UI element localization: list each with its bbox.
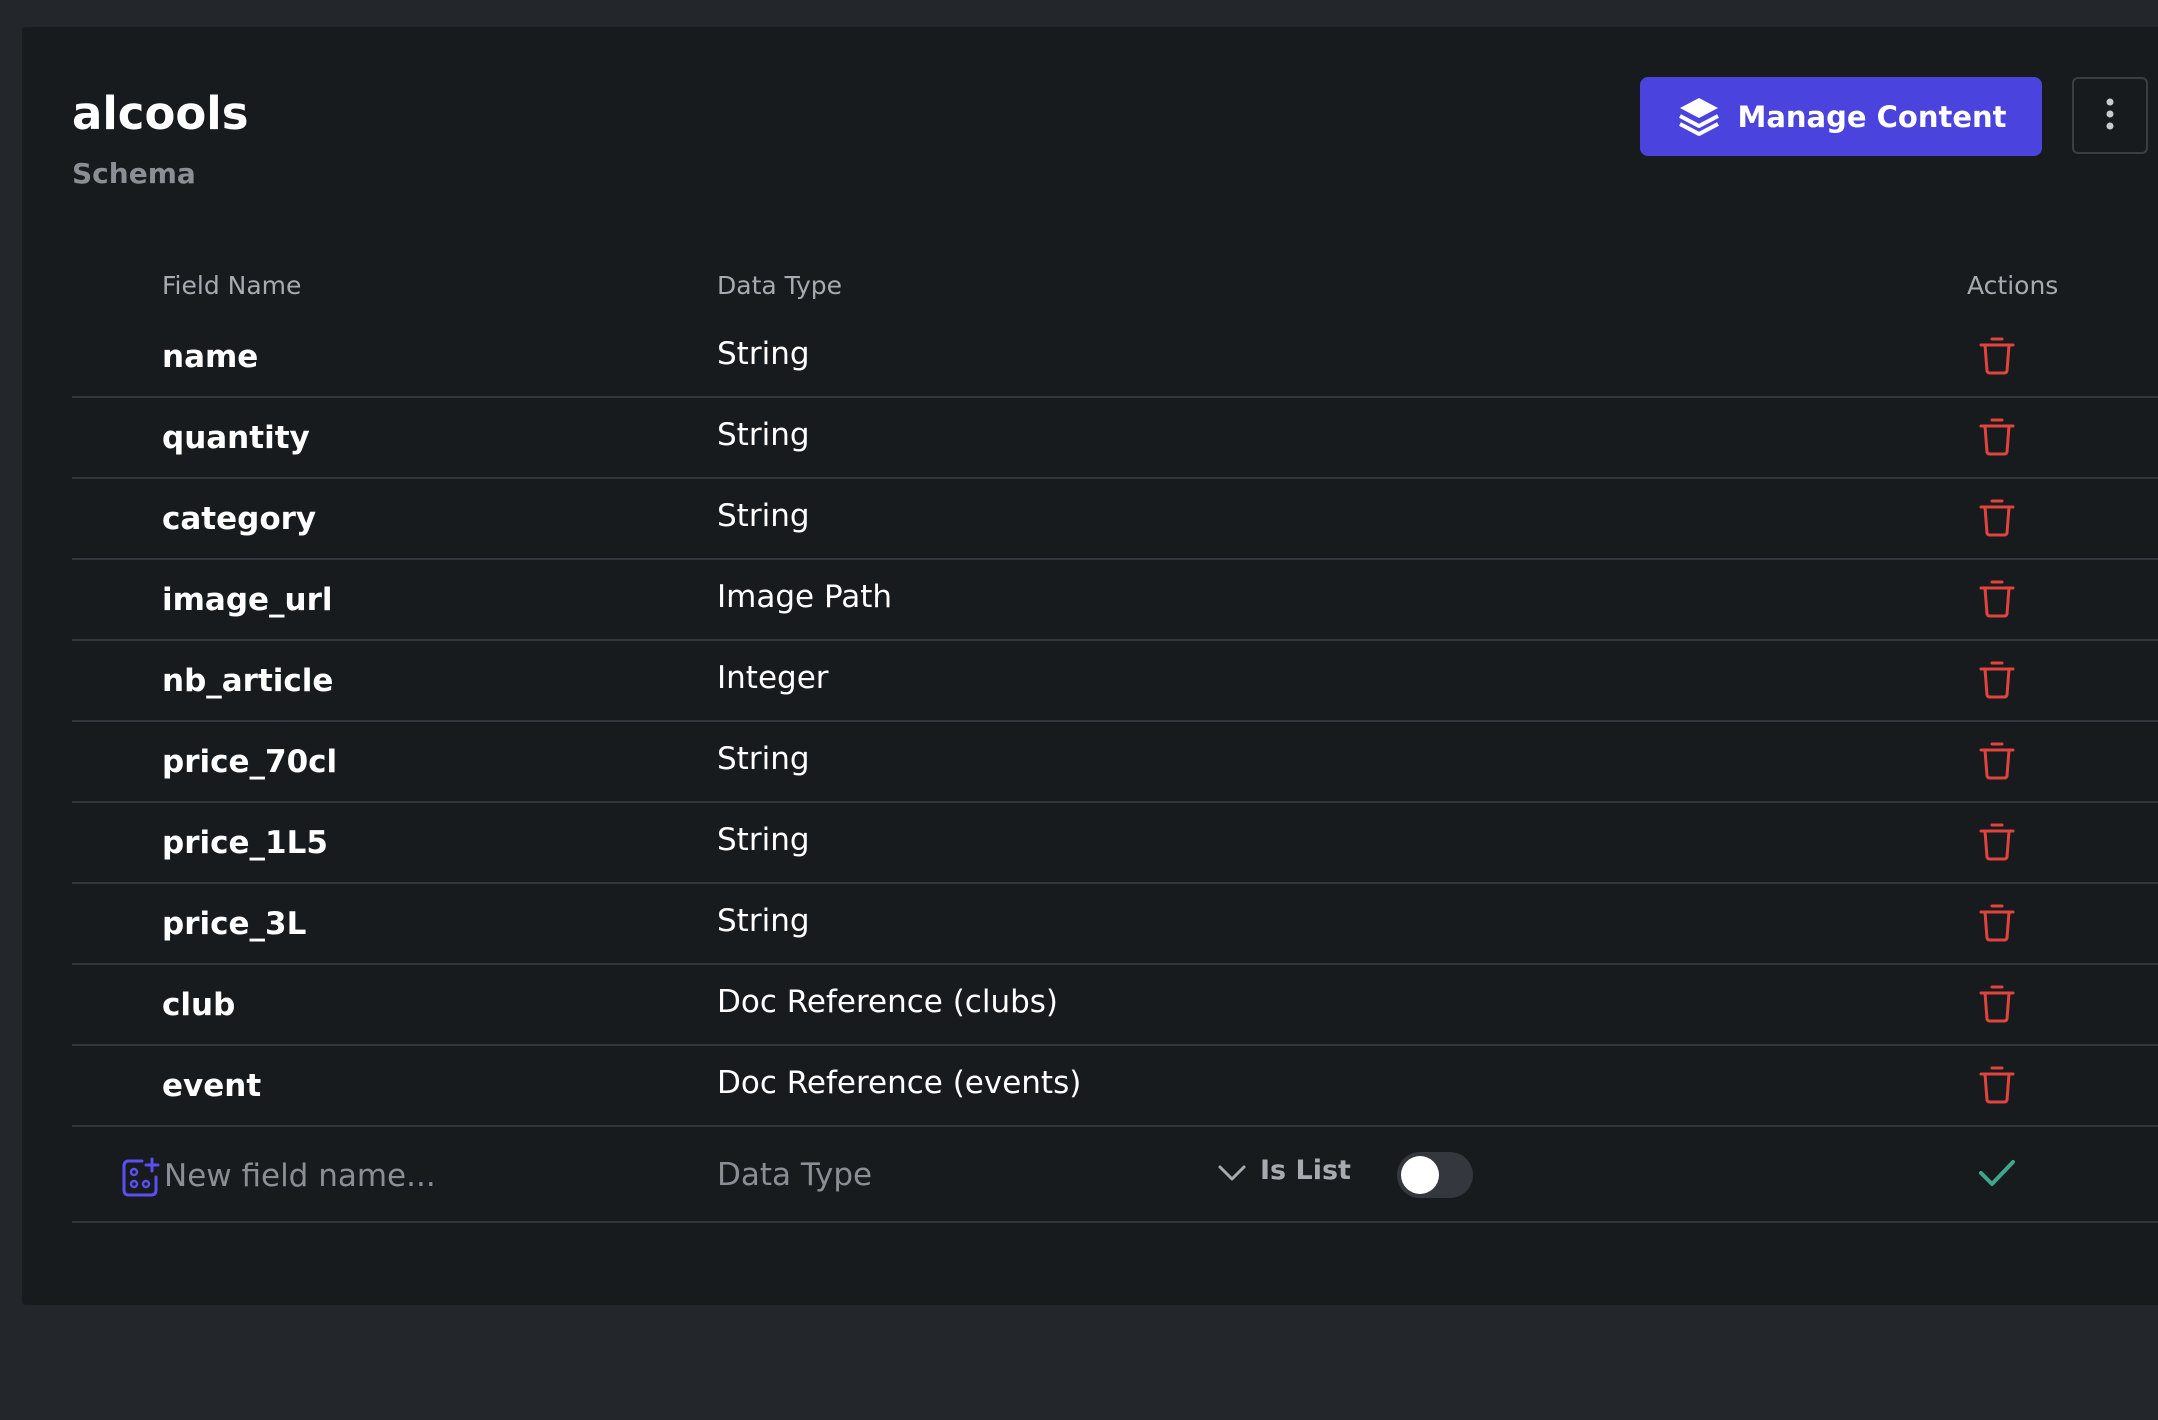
trash-icon xyxy=(1977,901,2017,947)
trash-icon xyxy=(1977,982,2017,1028)
trash-icon xyxy=(1977,739,2017,785)
is-list-label: Is List xyxy=(1260,1155,1351,1186)
delete-field-button[interactable] xyxy=(1977,1046,2017,1125)
layers-icon xyxy=(1675,93,1723,141)
column-header-data-type: Data Type xyxy=(717,271,843,300)
toggle-knob xyxy=(1401,1156,1439,1194)
trash-icon xyxy=(1977,415,2017,461)
field-type: String xyxy=(717,416,810,453)
is-list-toggle[interactable] xyxy=(1397,1152,1473,1198)
field-type: String xyxy=(717,902,810,939)
delete-field-button[interactable] xyxy=(1977,398,2017,477)
trash-icon xyxy=(1977,658,2017,704)
delete-field-button[interactable] xyxy=(1977,641,2017,720)
field-type: String xyxy=(717,335,810,372)
field-type: String xyxy=(717,740,810,777)
table-row: nb_article Integer xyxy=(72,641,2158,722)
delete-field-button[interactable] xyxy=(1977,560,2017,639)
table-row: event Doc Reference (events) xyxy=(72,1046,2158,1127)
delete-field-button[interactable] xyxy=(1977,479,2017,558)
table-row: club Doc Reference (clubs) xyxy=(72,965,2158,1046)
confirm-new-field-button[interactable] xyxy=(1977,1155,2017,1195)
table-row: price_3L String xyxy=(72,884,2158,965)
chevron-down-icon xyxy=(1217,1163,1247,1187)
delete-field-button[interactable] xyxy=(1977,965,2017,1044)
new-field-row: Data Type Is List xyxy=(72,1127,2158,1223)
table-row: name String xyxy=(72,317,2158,398)
table-row: price_1L5 String xyxy=(72,803,2158,884)
field-name: image_url xyxy=(162,581,333,618)
manage-content-button[interactable]: Manage Content xyxy=(1640,77,2042,156)
trash-icon xyxy=(1977,496,2017,542)
delete-field-button[interactable] xyxy=(1977,722,2017,801)
table-row: category String xyxy=(72,479,2158,560)
field-name: quantity xyxy=(162,419,310,456)
field-name: event xyxy=(162,1067,262,1104)
more-vertical-icon xyxy=(2104,97,2116,135)
table-row: image_url Image Path xyxy=(72,560,2158,641)
add-field-icon xyxy=(120,1157,162,1203)
field-type: Integer xyxy=(717,659,829,696)
new-field-name-input[interactable] xyxy=(162,1147,666,1205)
column-header-actions: Actions xyxy=(1967,271,2059,300)
field-name: nb_article xyxy=(162,662,334,699)
field-name: name xyxy=(162,338,259,375)
field-type: Doc Reference (clubs) xyxy=(717,983,1059,1020)
field-name: price_3L xyxy=(162,905,307,942)
collection-title: alcools xyxy=(72,87,249,140)
field-type: Doc Reference (events) xyxy=(717,1064,1082,1101)
field-name: category xyxy=(162,500,317,537)
trash-icon xyxy=(1977,820,2017,866)
trash-icon xyxy=(1977,1063,2017,1109)
table-row: price_70cl String xyxy=(72,722,2158,803)
trash-icon xyxy=(1977,334,2017,380)
trash-icon xyxy=(1977,577,2017,623)
field-name: price_1L5 xyxy=(162,824,328,861)
check-icon xyxy=(1977,1160,2017,1195)
field-type: Image Path xyxy=(717,578,893,615)
delete-field-button[interactable] xyxy=(1977,884,2017,963)
data-type-placeholder: Data Type xyxy=(717,1157,873,1193)
column-header-field-name: Field Name xyxy=(162,271,302,300)
field-type: String xyxy=(717,821,810,858)
data-type-select[interactable]: Data Type xyxy=(717,1147,1247,1203)
more-options-button[interactable] xyxy=(2072,77,2148,154)
field-name: club xyxy=(162,986,236,1023)
delete-field-button[interactable] xyxy=(1977,317,2017,396)
field-name: price_70cl xyxy=(162,743,338,780)
schema-table: name String quantity String category Str… xyxy=(72,317,2158,1223)
manage-content-label: Manage Content xyxy=(1737,99,2007,134)
table-row: quantity String xyxy=(72,398,2158,479)
field-type: String xyxy=(717,497,810,534)
schema-card: alcools Schema Manage Content Field Name… xyxy=(22,27,2158,1305)
schema-subtitle: Schema xyxy=(72,157,196,190)
delete-field-button[interactable] xyxy=(1977,803,2017,882)
